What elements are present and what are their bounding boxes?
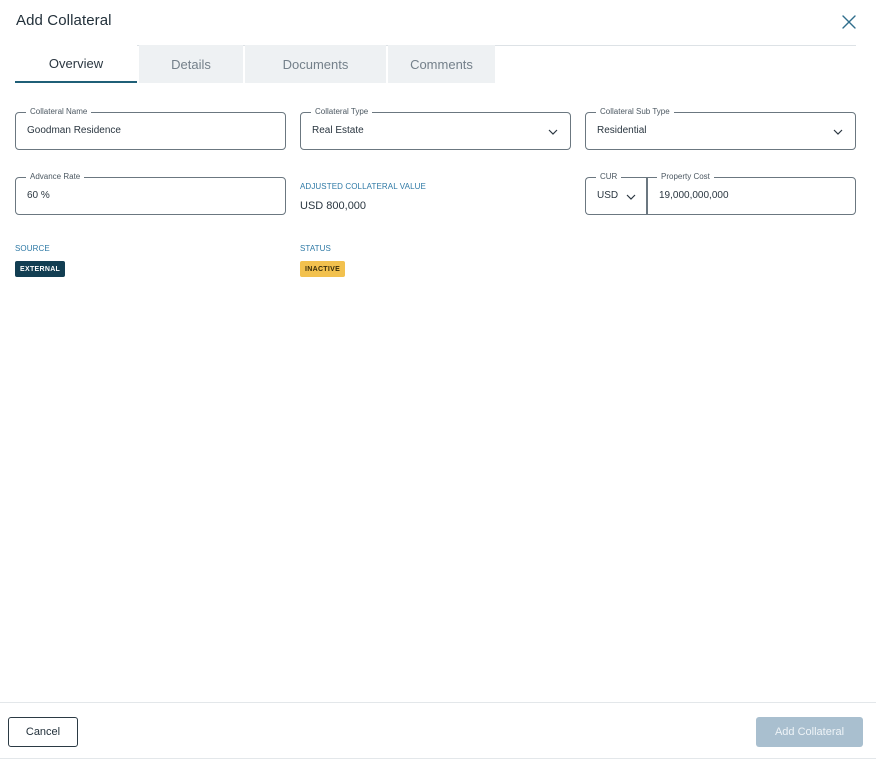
advance-rate-field[interactable]: Advance Rate 60 % [15, 172, 286, 215]
tab-comments-label: Comments [410, 56, 473, 72]
tab-details-label: Details [171, 56, 211, 72]
tab-documents-label: Documents [282, 56, 349, 72]
dialog-title: Add Collateral [16, 12, 112, 29]
tab-details[interactable]: Details [139, 45, 243, 83]
property-cost-field[interactable]: Property Cost 19,000,000,000 [646, 172, 856, 215]
advance-rate-value: 60 % [27, 190, 50, 201]
property-cost-value: 19,000,000,000 [659, 190, 729, 201]
bottom-divider [0, 758, 876, 759]
close-icon [842, 15, 856, 29]
collateral-sub-type-value: Residential [597, 125, 647, 136]
tab-overview-label: Overview [48, 55, 104, 71]
footer-divider [0, 702, 876, 703]
tab-bar: Overview Details Documents Comments [15, 45, 497, 83]
add-collateral-button[interactable]: Add Collateral [756, 717, 863, 747]
currency-select[interactable]: CUR USD [585, 172, 646, 215]
collateral-sub-type-label: Collateral Sub Type [596, 107, 674, 117]
chevron-down-icon [548, 129, 558, 135]
adjusted-collateral-value: USD 800,000 [300, 200, 367, 212]
collateral-name-value: Goodman Residence [27, 125, 121, 136]
advance-rate-label: Advance Rate [26, 172, 85, 182]
property-cost-label: Property Cost [657, 172, 714, 182]
tab-documents[interactable]: Documents [245, 45, 386, 83]
tab-comments[interactable]: Comments [388, 45, 495, 83]
chevron-down-icon [626, 194, 636, 200]
collateral-name-label: Collateral Name [26, 107, 92, 117]
add-collateral-dialog: Add Collateral Overview Details Document… [0, 0, 876, 760]
collateral-type-label: Collateral Type [311, 107, 373, 117]
currency-value: USD [597, 190, 619, 201]
source-label: SOURCE [15, 244, 50, 253]
source-badge: EXTERNAL [15, 261, 66, 277]
close-button[interactable] [840, 13, 858, 31]
collateral-type-value: Real Estate [312, 125, 364, 136]
adjusted-collateral-value-label: ADJUSTED COLLATERAL VALUE [300, 182, 426, 191]
tab-overview[interactable]: Overview [15, 45, 137, 83]
status-label: STATUS [300, 244, 331, 253]
currency-label: CUR [596, 172, 622, 182]
cancel-button[interactable]: Cancel [8, 717, 78, 747]
collateral-name-field[interactable]: Collateral Name Goodman Residence [15, 107, 286, 150]
collateral-sub-type-select[interactable]: Collateral Sub Type Residential [585, 107, 856, 150]
chevron-down-icon [833, 129, 843, 135]
collateral-type-select[interactable]: Collateral Type Real Estate [300, 107, 571, 150]
status-badge: INACTIVE [300, 261, 346, 277]
